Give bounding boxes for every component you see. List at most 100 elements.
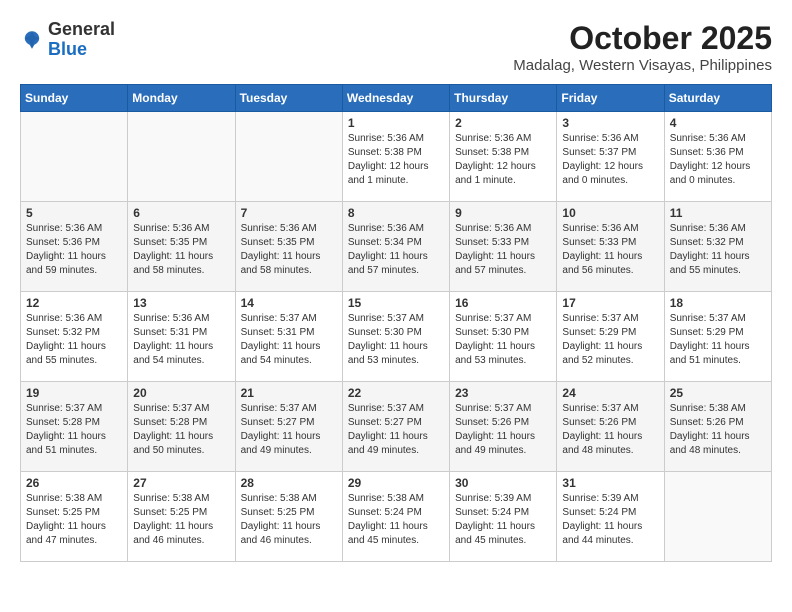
- weekday-header-row: SundayMondayTuesdayWednesdayThursdayFrid…: [21, 85, 772, 112]
- day-number: 9: [455, 206, 551, 220]
- weekday-header: Thursday: [450, 85, 557, 112]
- day-info: Sunrise: 5:39 AM Sunset: 5:24 PM Dayligh…: [562, 492, 658, 548]
- day-number: 24: [562, 386, 658, 400]
- day-info: Sunrise: 5:36 AM Sunset: 5:35 PM Dayligh…: [133, 222, 229, 278]
- calendar-cell: 23Sunrise: 5:37 AM Sunset: 5:26 PM Dayli…: [450, 382, 557, 472]
- calendar-cell: 13 Sunrise: 5:36 AM Sunset: 5:31 PM Dayli…: [128, 292, 235, 382]
- location-text: Madalag, Western Visayas, Philippines: [513, 57, 772, 74]
- day-number: 1: [348, 116, 444, 130]
- calendar-cell: 7 Sunrise: 5:36 AM Sunset: 5:35 PM Daylig…: [235, 202, 342, 292]
- weekday-header: Saturday: [664, 85, 771, 112]
- day-info: Sunrise: 5:36 AM Sunset: 5:37 PM Dayligh…: [562, 132, 658, 188]
- day-info: Sunrise: 5:37 AM Sunset: 5:29 PM Dayligh…: [670, 312, 766, 368]
- day-info: Sunrise: 5:39 AM Sunset: 5:24 PM Dayligh…: [455, 492, 551, 548]
- weekday-header: Wednesday: [342, 85, 449, 112]
- calendar-cell: 1 Sunrise: 5:36 AM Sunset: 5:38 PM Daylig…: [342, 112, 449, 202]
- day-info: Sunrise: 5:36 AM Sunset: 5:34 PM Dayligh…: [348, 222, 444, 278]
- calendar-cell: 3 Sunrise: 5:36 AM Sunset: 5:37 PM Daylig…: [557, 112, 664, 202]
- weekday-header: Tuesday: [235, 85, 342, 112]
- calendar-cell: 29 Sunrise: 5:38 AM Sunset: 5:24 PM Dayli…: [342, 472, 449, 562]
- logo-blue-text: Blue: [48, 39, 87, 59]
- logo-icon: [20, 28, 44, 52]
- calendar-cell: 5Sunrise: 5:36 AM Sunset: 5:36 PM Daylig…: [21, 202, 128, 292]
- day-info: Sunrise: 5:37 AM Sunset: 5:26 PM Dayligh…: [562, 402, 658, 458]
- calendar-cell: 12Sunrise: 5:36 AM Sunset: 5:32 PM Dayli…: [21, 292, 128, 382]
- calendar-cell: 31 Sunrise: 5:39 AM Sunset: 5:24 PM Dayli…: [557, 472, 664, 562]
- calendar-cell: [664, 472, 771, 562]
- day-info: Sunrise: 5:36 AM Sunset: 5:35 PM Dayligh…: [241, 222, 337, 278]
- calendar-cell: 30Sunrise: 5:39 AM Sunset: 5:24 PM Dayli…: [450, 472, 557, 562]
- day-info: Sunrise: 5:38 AM Sunset: 5:26 PM Dayligh…: [670, 402, 766, 458]
- day-number: 6: [133, 206, 229, 220]
- day-info: Sunrise: 5:37 AM Sunset: 5:28 PM Dayligh…: [133, 402, 229, 458]
- day-number: 4: [670, 116, 766, 130]
- calendar-week-row: 19Sunrise: 5:37 AM Sunset: 5:28 PM Dayli…: [21, 382, 772, 472]
- day-number: 15: [348, 296, 444, 310]
- calendar-cell: 2 Sunrise: 5:36 AM Sunset: 5:38 PM Daylig…: [450, 112, 557, 202]
- day-info: Sunrise: 5:36 AM Sunset: 5:32 PM Dayligh…: [26, 312, 122, 368]
- calendar-cell: 8 Sunrise: 5:36 AM Sunset: 5:34 PM Daylig…: [342, 202, 449, 292]
- day-number: 3: [562, 116, 658, 130]
- day-info: Sunrise: 5:36 AM Sunset: 5:38 PM Dayligh…: [455, 132, 551, 188]
- day-info: Sunrise: 5:38 AM Sunset: 5:25 PM Dayligh…: [26, 492, 122, 548]
- calendar-cell: [21, 112, 128, 202]
- day-info: Sunrise: 5:37 AM Sunset: 5:30 PM Dayligh…: [455, 312, 551, 368]
- day-number: 17: [562, 296, 658, 310]
- calendar-cell: 18 Sunrise: 5:37 AM Sunset: 5:29 PM Dayli…: [664, 292, 771, 382]
- day-info: Sunrise: 5:36 AM Sunset: 5:31 PM Dayligh…: [133, 312, 229, 368]
- calendar-cell: 21Sunrise: 5:37 AM Sunset: 5:27 PM Dayli…: [235, 382, 342, 472]
- calendar-cell: [235, 112, 342, 202]
- day-info: Sunrise: 5:36 AM Sunset: 5:33 PM Dayligh…: [562, 222, 658, 278]
- calendar-cell: 28Sunrise: 5:38 AM Sunset: 5:25 PM Dayli…: [235, 472, 342, 562]
- calendar-week-row: 1 Sunrise: 5:36 AM Sunset: 5:38 PM Daylig…: [21, 112, 772, 202]
- logo-general-text: General: [48, 19, 115, 39]
- calendar-cell: [128, 112, 235, 202]
- day-number: 16: [455, 296, 551, 310]
- calendar-cell: 22Sunrise: 5:37 AM Sunset: 5:27 PM Dayli…: [342, 382, 449, 472]
- day-number: 27: [133, 476, 229, 490]
- calendar-cell: 11Sunrise: 5:36 AM Sunset: 5:32 PM Dayli…: [664, 202, 771, 292]
- calendar-cell: 15 Sunrise: 5:37 AM Sunset: 5:30 PM Dayli…: [342, 292, 449, 382]
- day-info: Sunrise: 5:37 AM Sunset: 5:27 PM Dayligh…: [241, 402, 337, 458]
- day-number: 20: [133, 386, 229, 400]
- day-number: 7: [241, 206, 337, 220]
- title-block: October 2025 Madalag, Western Visayas, P…: [513, 20, 772, 74]
- day-info: Sunrise: 5:37 AM Sunset: 5:31 PM Dayligh…: [241, 312, 337, 368]
- day-info: Sunrise: 5:38 AM Sunset: 5:25 PM Dayligh…: [133, 492, 229, 548]
- calendar-cell: 25 Sunrise: 5:38 AM Sunset: 5:26 PM Dayli…: [664, 382, 771, 472]
- calendar-cell: 27 Sunrise: 5:38 AM Sunset: 5:25 PM Dayli…: [128, 472, 235, 562]
- day-number: 26: [26, 476, 122, 490]
- day-info: Sunrise: 5:36 AM Sunset: 5:32 PM Dayligh…: [670, 222, 766, 278]
- day-info: Sunrise: 5:37 AM Sunset: 5:30 PM Dayligh…: [348, 312, 444, 368]
- day-number: 31: [562, 476, 658, 490]
- calendar-cell: 19Sunrise: 5:37 AM Sunset: 5:28 PM Dayli…: [21, 382, 128, 472]
- day-info: Sunrise: 5:37 AM Sunset: 5:27 PM Dayligh…: [348, 402, 444, 458]
- month-title: October 2025: [513, 20, 772, 57]
- calendar-cell: 26 Sunrise: 5:38 AM Sunset: 5:25 PM Dayli…: [21, 472, 128, 562]
- day-info: Sunrise: 5:37 AM Sunset: 5:29 PM Dayligh…: [562, 312, 658, 368]
- day-info: Sunrise: 5:36 AM Sunset: 5:38 PM Dayligh…: [348, 132, 444, 188]
- weekday-header: Sunday: [21, 85, 128, 112]
- calendar-cell: 24 Sunrise: 5:37 AM Sunset: 5:26 PM Dayli…: [557, 382, 664, 472]
- weekday-header: Friday: [557, 85, 664, 112]
- calendar-cell: 9 Sunrise: 5:36 AM Sunset: 5:33 PM Daylig…: [450, 202, 557, 292]
- logo: General Blue: [20, 20, 115, 60]
- day-number: 5: [26, 206, 122, 220]
- day-number: 10: [562, 206, 658, 220]
- calendar-cell: 14Sunrise: 5:37 AM Sunset: 5:31 PM Dayli…: [235, 292, 342, 382]
- day-number: 18: [670, 296, 766, 310]
- day-number: 2: [455, 116, 551, 130]
- day-info: Sunrise: 5:38 AM Sunset: 5:25 PM Dayligh…: [241, 492, 337, 548]
- calendar-week-row: 26 Sunrise: 5:38 AM Sunset: 5:25 PM Dayli…: [21, 472, 772, 562]
- weekday-header: Monday: [128, 85, 235, 112]
- day-info: Sunrise: 5:37 AM Sunset: 5:26 PM Dayligh…: [455, 402, 551, 458]
- day-number: 25: [670, 386, 766, 400]
- calendar-cell: 20 Sunrise: 5:37 AM Sunset: 5:28 PM Dayli…: [128, 382, 235, 472]
- day-number: 13: [133, 296, 229, 310]
- day-info: Sunrise: 5:36 AM Sunset: 5:33 PM Dayligh…: [455, 222, 551, 278]
- calendar-cell: 4Sunrise: 5:36 AM Sunset: 5:36 PM Daylig…: [664, 112, 771, 202]
- day-number: 8: [348, 206, 444, 220]
- day-info: Sunrise: 5:38 AM Sunset: 5:24 PM Dayligh…: [348, 492, 444, 548]
- day-number: 29: [348, 476, 444, 490]
- calendar-cell: 16 Sunrise: 5:37 AM Sunset: 5:30 PM Dayli…: [450, 292, 557, 382]
